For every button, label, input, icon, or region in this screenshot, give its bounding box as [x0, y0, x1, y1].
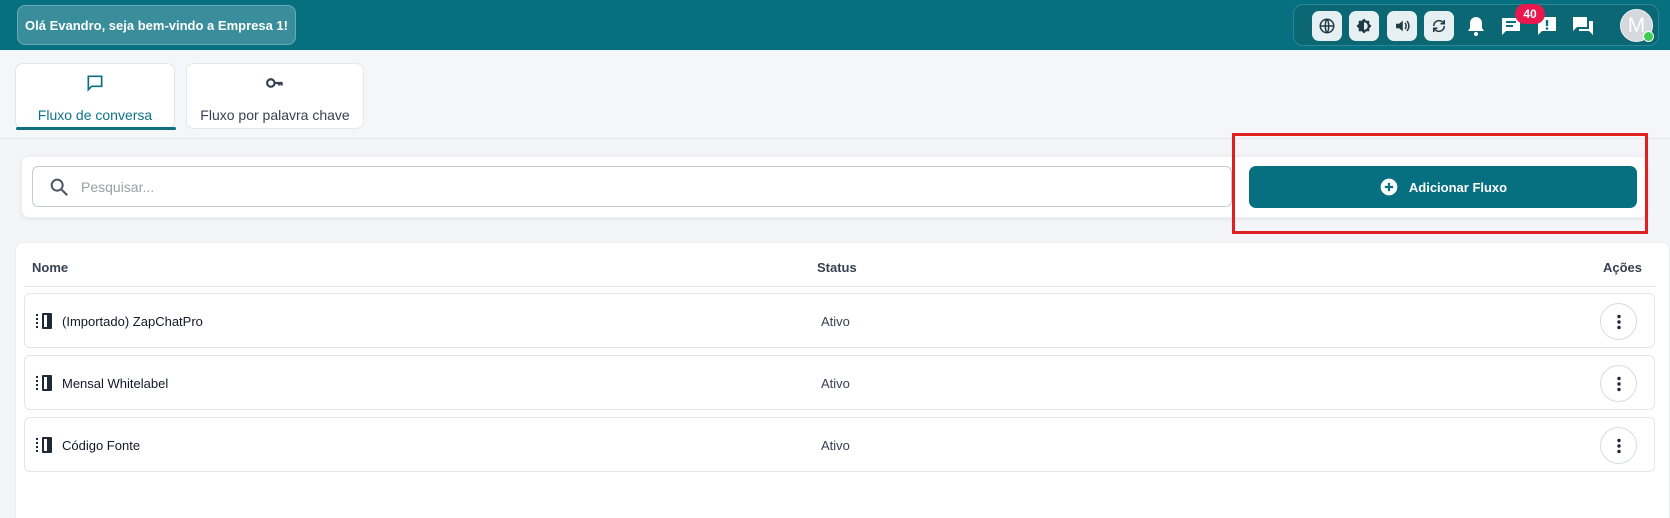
more-actions-button[interactable] [1600, 365, 1637, 402]
top-bar: Olá Evandro, seja bem-vindo a Empresa 1!… [0, 0, 1670, 50]
search-field[interactable] [32, 166, 1232, 207]
brightness-icon[interactable] [1349, 11, 1379, 41]
flow-icon [36, 313, 52, 329]
column-header-status: Status [817, 260, 857, 275]
flow-status: Ativo [821, 314, 850, 329]
flow-icon [36, 437, 52, 453]
column-header-name: Nome [32, 260, 69, 275]
more-vertical-icon [1616, 438, 1621, 453]
tab-fluxo-por-palavra-chave[interactable]: Fluxo por palavra chave [186, 63, 364, 129]
tab-label: Fluxo de conversa [37, 107, 153, 123]
flow-status: Ativo [821, 376, 850, 391]
add-flow-button[interactable]: Adicionar Fluxo [1249, 166, 1637, 208]
chat-bubble-icon [85, 73, 105, 98]
more-actions-button[interactable] [1600, 303, 1637, 340]
active-tab-indicator [16, 127, 176, 130]
table-row[interactable]: Mensal Whitelabel Ativo [24, 355, 1655, 410]
search-input[interactable] [81, 178, 1181, 195]
notification-badge: 40 [1515, 4, 1545, 24]
header-divider [24, 286, 1655, 287]
search-icon [50, 178, 68, 196]
flow-name: Mensal Whitelabel [62, 376, 169, 391]
tab-bar: Fluxo de conversa Fluxo por palavra chav… [0, 50, 1670, 139]
more-vertical-icon [1616, 376, 1621, 391]
bell-icon[interactable] [1461, 11, 1491, 41]
volume-icon[interactable] [1387, 11, 1417, 41]
table-row[interactable]: Código Fonte Ativo [24, 417, 1655, 472]
add-flow-label: Adicionar Fluxo [1408, 179, 1508, 195]
flow-name: (Importado) ZapChatPro [62, 314, 203, 329]
tab-fluxo-de-conversa[interactable]: Fluxo de conversa [15, 63, 176, 130]
more-actions-button[interactable] [1600, 427, 1637, 464]
tab-label: Fluxo por palavra chave [200, 107, 350, 123]
online-status-indicator [1643, 31, 1654, 42]
flow-status: Ativo [821, 438, 850, 453]
welcome-message: Olá Evandro, seja bem-vindo a Empresa 1! [17, 5, 296, 45]
globe-icon[interactable] [1312, 11, 1342, 41]
key-icon [265, 73, 285, 98]
table-row[interactable]: (Importado) ZapChatPro Ativo [24, 293, 1655, 348]
plus-circle-icon [1380, 178, 1398, 196]
forum-icon[interactable] [1568, 11, 1598, 41]
more-vertical-icon [1616, 314, 1621, 329]
header-icon-bar [1293, 4, 1659, 46]
flow-icon [36, 375, 52, 391]
column-header-actions: Ações [1603, 260, 1643, 275]
flow-name: Código Fonte [62, 438, 141, 453]
refresh-icon[interactable] [1424, 11, 1454, 41]
